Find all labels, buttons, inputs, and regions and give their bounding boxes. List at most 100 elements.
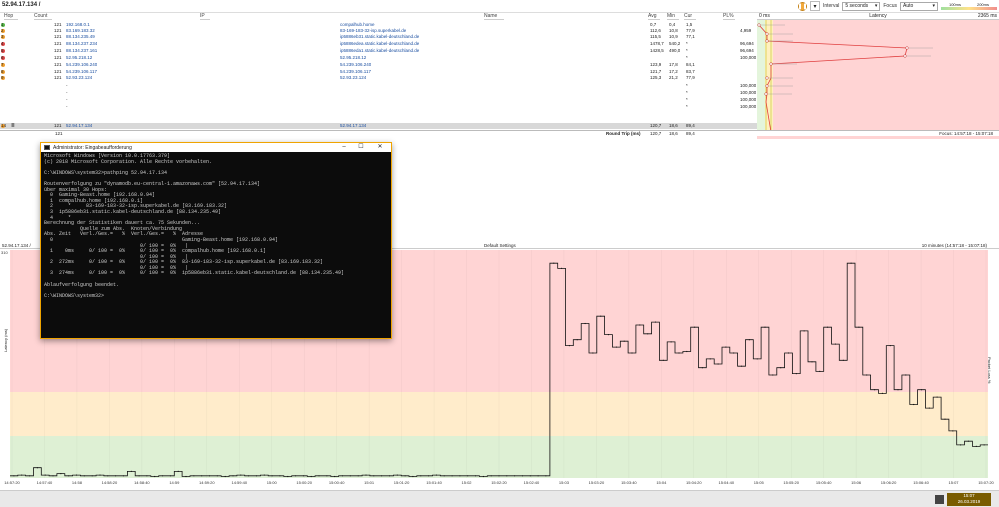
- latency-point: [897, 389, 899, 391]
- focus-select[interactable]: Auto ▾: [900, 1, 938, 11]
- hop-row[interactable]: 9 121 52.93.23.124 52.93.23.124 125,3 21,2 77,…: [0, 75, 757, 81]
- hop-row[interactable]: 4 121 88.134.237.234 ip5886edea.static.kabe…: [0, 41, 757, 47]
- hop-min: 540,2: [669, 41, 681, 46]
- hop-cur: *: [686, 83, 688, 88]
- latency-point: [858, 326, 860, 328]
- x-tick-label: 15:05:20: [783, 480, 799, 485]
- latency-point: [631, 352, 633, 354]
- col-cur[interactable]: Cur: [684, 13, 696, 20]
- hop-name: 52.95.218.12: [340, 55, 367, 60]
- pause-icon[interactable]: ❚❚: [797, 1, 808, 11]
- interval-select[interactable]: 5 seconds ▾: [842, 1, 881, 11]
- hop-number: 9: [1, 75, 4, 80]
- hop-row[interactable]: - * 100,000: [0, 90, 757, 96]
- latency-point: [36, 467, 38, 469]
- console-window[interactable]: Administrator: Eingabeaufforderung – ☐ ✕…: [40, 142, 392, 339]
- latency-point: [553, 262, 555, 264]
- col-avg[interactable]: Avg: [648, 13, 660, 20]
- minimize-icon[interactable]: –: [337, 143, 351, 152]
- hop-cur: 77,9: [686, 75, 695, 80]
- latency-point: [373, 475, 375, 477]
- latency-point: [482, 475, 484, 478]
- latency-point: [905, 374, 907, 376]
- console-output[interactable]: Microsoft Windows [Version 10.0.17763.37…: [42, 153, 390, 337]
- latency-hop-marker: [903, 54, 907, 58]
- latency-point: [443, 475, 445, 477]
- hop-row[interactable]: 14 121 52.94.17.134 52.94.17.134 120,7 18,6 89…: [0, 123, 757, 129]
- x-tick-label: 15:02:20: [491, 480, 507, 485]
- hop-row[interactable]: 6 121 52.95.218.12 52.95.218.12 * 100,000: [0, 55, 757, 61]
- col-count[interactable]: Count: [34, 13, 52, 20]
- hop-row[interactable]: 3 121 88.134.235.49 ip5886eb31.static.kabel…: [0, 34, 757, 40]
- hop-pl: 96,694: [740, 48, 754, 53]
- graph-settings[interactable]: Default Settings: [484, 243, 516, 248]
- col-hop[interactable]: Hop: [4, 13, 18, 20]
- hop-min: 17,8: [669, 62, 678, 67]
- x-tick-label: 15:04: [656, 480, 667, 485]
- latency-point: [764, 326, 766, 328]
- latency-panel: 0 ms Latency 2365 ms: [757, 13, 999, 139]
- console-title: Administrator: Eingabeaufforderung: [53, 144, 132, 151]
- close-icon[interactable]: ✕: [373, 143, 387, 152]
- latency-color-legend: 100ms 200ms: [941, 2, 997, 10]
- latency-point: [936, 396, 938, 398]
- latency-point: [208, 475, 211, 477]
- x-tick-label: 14:57:40: [36, 480, 53, 485]
- dropdown-arrow-icon[interactable]: ▾: [809, 1, 820, 11]
- hop-pl: 100,000: [740, 90, 757, 95]
- summary-row: 121 Round Trip (ms) 120,7 18,6 89,4 Focu…: [0, 130, 999, 136]
- x-tick-label: 15:03: [558, 480, 569, 485]
- summary-label: Round Trip (ms): [606, 131, 641, 136]
- latency-point: [21, 474, 23, 476]
- latency-point: [514, 475, 516, 477]
- col-ip[interactable]: IP: [200, 13, 210, 20]
- hop-row[interactable]: - * 100,000: [0, 97, 757, 103]
- latency-point: [584, 322, 586, 325]
- latency-point: [349, 475, 351, 477]
- hop-avg: 125,3: [650, 75, 662, 80]
- console-titlebar[interactable]: Administrator: Eingabeaufforderung – ☐ ✕: [41, 143, 391, 152]
- latency-point: [162, 475, 164, 477]
- hop-pl: 100,000: [740, 97, 757, 102]
- latency-point: [647, 333, 649, 335]
- hop-min: 21,2: [669, 75, 678, 80]
- col-pl[interactable]: PL%: [723, 13, 735, 20]
- latency-point: [255, 475, 258, 477]
- summary-cur: 89,4: [686, 131, 695, 136]
- latency-point: [467, 475, 469, 477]
- col-min[interactable]: Min: [667, 13, 679, 20]
- latency-point: [592, 352, 594, 354]
- latency-point: [326, 475, 328, 477]
- graph-icon: ≣: [11, 123, 15, 128]
- hop-number: 14: [1, 123, 7, 128]
- focus-value: Auto: [903, 3, 914, 9]
- hop-row[interactable]: - * 100,000: [0, 104, 757, 110]
- latency-point: [756, 358, 758, 360]
- latency-point: [224, 475, 226, 478]
- hop-row[interactable]: 7 121 54.239.106.240 54.239.106.240 123,9 17,…: [0, 62, 757, 68]
- latency-point: [913, 403, 915, 406]
- latency-point: [717, 363, 719, 365]
- x-tick-label: 15:00:20: [296, 480, 312, 485]
- summary-focus: Focus: 14:57:18 - 15:07:18: [939, 131, 993, 136]
- notification-icon[interactable]: [935, 495, 944, 504]
- hop-min: 490,0: [669, 48, 681, 53]
- col-name[interactable]: Name: [484, 13, 504, 20]
- hop-name: 52.94.17.134: [340, 123, 367, 128]
- hop-cur: *: [686, 41, 688, 46]
- hop-cur: 89,4: [686, 123, 695, 128]
- hop-min: 10,9: [669, 34, 678, 39]
- hop-row[interactable]: - * 100,000: [0, 83, 757, 89]
- x-tick-label: 15:03:40: [621, 480, 637, 485]
- latency-point: [701, 367, 704, 369]
- latency-point: [850, 262, 852, 264]
- x-tick-label: 15:03:20: [588, 480, 605, 485]
- hop-ip: -: [66, 104, 68, 109]
- summary-count: 121: [55, 131, 63, 136]
- maximize-icon[interactable]: ☐: [354, 143, 368, 152]
- hop-count: 121: [54, 55, 62, 60]
- latency-point: [537, 475, 539, 477]
- system-clock[interactable]: 15:07 26.03.2019: [947, 493, 991, 506]
- hop-row[interactable]: 5 121 88.134.237.161 ip5886eda1.static.kabe…: [0, 48, 757, 54]
- latency-point: [881, 392, 884, 394]
